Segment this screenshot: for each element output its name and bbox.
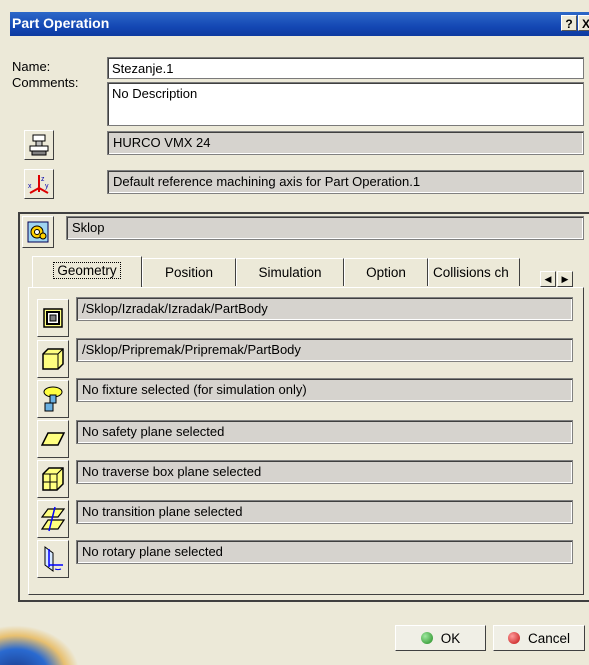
transition-plane-icon — [41, 506, 65, 532]
fixture-icon — [43, 386, 63, 412]
stock-icon — [42, 348, 64, 370]
comments-label: Comments: — [12, 75, 79, 90]
safety-plane-button[interactable] — [37, 420, 69, 458]
svg-text:x: x — [28, 183, 32, 190]
fixture-button[interactable] — [37, 380, 69, 418]
tab-position[interactable]: Position — [142, 258, 236, 286]
window-title: Part Operation — [12, 15, 110, 31]
safety-plane-icon — [41, 432, 65, 446]
product-button[interactable] — [22, 216, 54, 248]
cancel-label: Cancel — [527, 630, 571, 646]
traverse-box-field: No traverse box plane selected — [76, 460, 573, 484]
title-bar: Part Operation ? X — [10, 12, 589, 36]
traverse-box-button[interactable] — [37, 460, 69, 498]
product-icon — [27, 221, 49, 243]
tab-scroll-left-button[interactable]: ◀ — [540, 271, 556, 287]
safety-plane-field: No safety plane selected — [76, 420, 573, 444]
axis-button[interactable]: z x y — [24, 169, 54, 199]
name-field[interactable]: Stezanje.1 — [107, 57, 584, 79]
product-field: Sklop — [66, 216, 584, 240]
tab-geometry-label: Geometry — [53, 262, 121, 279]
transition-plane-button[interactable] — [37, 500, 69, 538]
tab-scroll-right-button[interactable]: ▶ — [557, 271, 573, 287]
decorative-logo — [0, 625, 80, 665]
transition-plane-field: No transition plane selected — [76, 500, 573, 524]
tab-geometry[interactable]: Geometry — [32, 256, 142, 287]
axis-field: Default reference machining axis for Par… — [107, 170, 584, 194]
cancel-icon — [507, 632, 520, 644]
machine-field: HURCO VMX 24 — [107, 131, 584, 155]
tab-simulation[interactable]: Simulation — [236, 258, 344, 286]
rotary-plane-field: No rotary plane selected — [76, 540, 573, 564]
ok-button[interactable]: OK — [395, 625, 486, 651]
stock-field: /Sklop/Pripremak/Pripremak/PartBody — [76, 338, 573, 362]
tab-option[interactable]: Option — [344, 258, 428, 286]
fixture-field: No fixture selected (for simulation only… — [76, 378, 573, 402]
design-part-icon — [43, 308, 63, 328]
cancel-button[interactable]: Cancel — [493, 625, 585, 651]
close-button[interactable]: X — [578, 15, 589, 31]
design-part-field: /Sklop/Izradak/Izradak/PartBody — [76, 297, 573, 321]
design-part-button[interactable] — [37, 299, 69, 337]
stock-button[interactable] — [37, 340, 69, 378]
svg-text:z: z — [41, 176, 45, 183]
comments-field[interactable]: No Description — [107, 82, 584, 126]
machine-button[interactable] — [24, 130, 54, 160]
svg-text:y: y — [45, 183, 49, 190]
machine-icon — [29, 134, 49, 156]
ok-icon — [420, 632, 433, 644]
name-label: Name: — [12, 59, 51, 74]
axis-system-icon: z x y — [28, 175, 49, 194]
tab-collisions-checking[interactable]: Collisions ch — [428, 258, 520, 286]
traverse-box-icon — [42, 467, 64, 491]
rotary-plane-button[interactable] — [37, 540, 69, 578]
ok-label: OK — [440, 630, 461, 646]
help-button[interactable]: ? — [561, 15, 577, 31]
rotary-plane-icon — [44, 546, 63, 572]
